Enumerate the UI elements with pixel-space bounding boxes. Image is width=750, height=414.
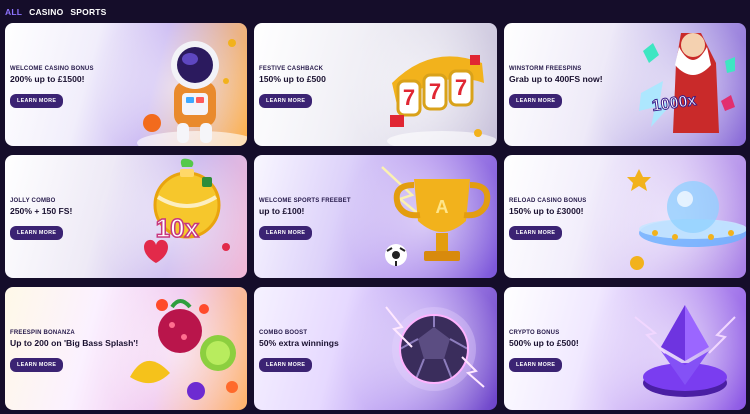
promo-eyebrow: JOLLY COMBO: [10, 198, 56, 204]
promo-headline: up to £100!: [259, 206, 305, 216]
promo-eyebrow: WELCOME SPORTS FREEBET: [259, 198, 351, 204]
promo-headline: 250% + 150 FS!: [10, 206, 73, 216]
learn-more-button[interactable]: LEARN MORE: [259, 358, 313, 372]
promo-headline: 150% up to £3000!: [509, 206, 584, 216]
promo-eyebrow: CRYPTO BONUS: [509, 330, 560, 336]
promo-headline: 50% extra winnings: [259, 338, 339, 348]
promo-text: WINSTORM FREESPINS Grab up to 400FS now!…: [509, 65, 649, 108]
learn-more-button[interactable]: LEARN MORE: [259, 226, 313, 240]
promo-card-combo-boost[interactable]: COMBO BOOST 50% extra winnings LEARN MOR…: [254, 287, 497, 410]
tab-casino[interactable]: CASINO: [29, 7, 63, 17]
promotions-grid: WELCOME CASINO BONUS 200% up to £1500! L…: [5, 23, 746, 410]
promo-text: CRYPTO BONUS 500% up to £500! LEARN MORE: [509, 329, 649, 372]
svg-text:7: 7: [455, 75, 467, 100]
tab-sports[interactable]: SPORTS: [70, 7, 106, 17]
promo-text: RELOAD CASINO BONUS 150% up to £3000! LE…: [509, 197, 649, 240]
promo-card-reload-casino-bonus[interactable]: RELOAD CASINO BONUS 150% up to £3000! LE…: [504, 155, 746, 278]
promo-eyebrow: WINSTORM FREESPINS: [509, 66, 582, 72]
promo-headline: 200% up to £1500!: [10, 74, 85, 84]
learn-more-button[interactable]: LEARN MORE: [509, 94, 563, 108]
promo-text: WELCOME CASINO BONUS 200% up to £1500! L…: [10, 65, 150, 108]
learn-more-button[interactable]: LEARN MORE: [259, 94, 313, 108]
promo-card-welcome-casino-bonus[interactable]: WELCOME CASINO BONUS 200% up to £1500! L…: [5, 23, 247, 146]
promo-eyebrow: RELOAD CASINO BONUS: [509, 198, 587, 204]
promo-headline: Grab up to 400FS now!: [509, 74, 603, 84]
promo-text: COMBO BOOST 50% extra winnings LEARN MOR…: [259, 329, 399, 372]
tab-all[interactable]: ALL: [5, 7, 22, 17]
svg-text:7: 7: [429, 79, 441, 104]
promo-eyebrow: FESTIVE CASHBACK: [259, 66, 324, 72]
learn-more-button[interactable]: LEARN MORE: [509, 226, 563, 240]
promo-card-freespin-bonanza[interactable]: FREESPIN BONANZA Up to 200 on 'Big Bass …: [5, 287, 247, 410]
svg-text:A: A: [436, 197, 449, 217]
promo-headline: 500% up to £500!: [509, 338, 579, 348]
promo-eyebrow: WELCOME CASINO BONUS: [10, 66, 94, 72]
learn-more-button[interactable]: LEARN MORE: [10, 358, 64, 372]
promo-text: WELCOME SPORTS FREEBET up to £100! LEARN…: [259, 197, 399, 240]
learn-more-button[interactable]: LEARN MORE: [10, 226, 64, 240]
promo-eyebrow: COMBO BOOST: [259, 330, 308, 336]
promo-card-crypto-bonus[interactable]: CRYPTO BONUS 500% up to £500! LEARN MORE: [504, 287, 746, 410]
learn-more-button[interactable]: LEARN MORE: [10, 94, 64, 108]
promo-headline: Up to 200 on 'Big Bass Splash'!: [10, 338, 139, 348]
promo-card-jolly-combo[interactable]: JOLLY COMBO 250% + 150 FS! LEARN MORE 10…: [5, 155, 247, 278]
category-tabs: ALL CASINO SPORTS: [5, 6, 107, 18]
promo-card-welcome-sports-freebet[interactable]: A WELCOME SPORTS FREEBET up to £100! LEA…: [254, 155, 497, 278]
promo-card-festive-cashback[interactable]: 7 7 7 FESTIVE CASHBACK 150% up to £500 L…: [254, 23, 497, 146]
learn-more-button[interactable]: LEARN MORE: [509, 358, 563, 372]
svg-text:7: 7: [403, 85, 415, 110]
promo-text: JOLLY COMBO 250% + 150 FS! LEARN MORE: [10, 197, 150, 240]
promo-headline: 150% up to £500: [259, 74, 326, 84]
multiplier-badge: 10x: [155, 212, 200, 244]
promo-text: FESTIVE CASHBACK 150% up to £500 LEARN M…: [259, 65, 399, 108]
promo-eyebrow: FREESPIN BONANZA: [10, 330, 75, 336]
promo-text: FREESPIN BONANZA Up to 200 on 'Big Bass …: [10, 329, 150, 372]
promo-card-winstorm-freespins[interactable]: WINSTORM FREESPINS Grab up to 400FS now!…: [504, 23, 746, 146]
